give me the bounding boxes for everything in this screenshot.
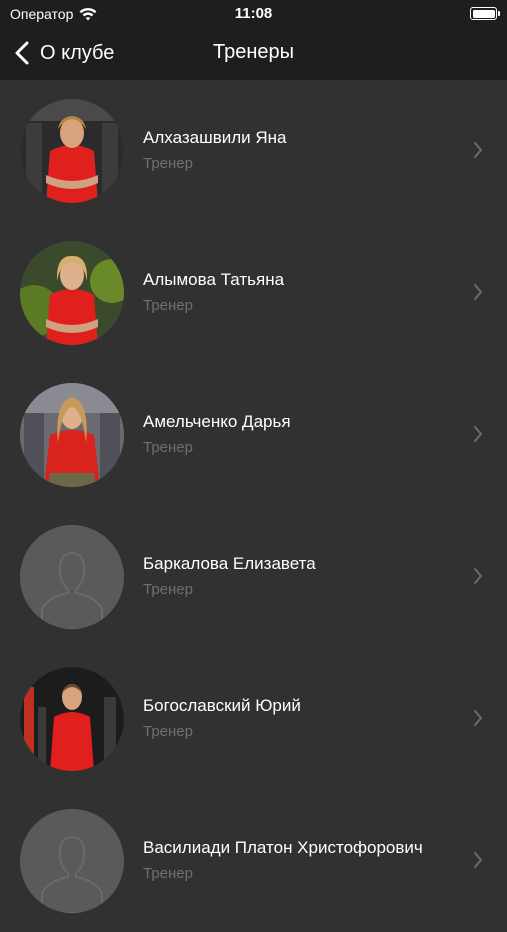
trainer-row[interactable]: Богославский Юрий Тренер [0, 648, 507, 790]
trainer-name: Василиади Платон Христофорович [143, 838, 423, 857]
battery-icon [470, 7, 500, 20]
trainer-name: Амельченко Дарья [143, 412, 291, 431]
trainer-role: Тренер [143, 155, 193, 172]
chevron-right-icon [474, 142, 482, 158]
trainer-row[interactable]: Алымова Татьяна Тренер [0, 222, 507, 364]
trainer-name: Богославский Юрий [143, 696, 301, 715]
trainer-role: Тренер [143, 439, 193, 456]
chevron-right-icon [474, 568, 482, 584]
trainer-avatar [20, 383, 124, 487]
trainer-role: Тренер [143, 723, 193, 740]
status-bar: Оператор 11:08 [0, 0, 507, 28]
trainer-name: Алхазашвили Яна [143, 128, 287, 147]
trainer-row[interactable]: Амельченко Дарья Тренер [0, 364, 507, 506]
trainer-role: Тренер [143, 581, 193, 598]
trainer-avatar [20, 99, 124, 203]
avatar-placeholder [20, 525, 124, 629]
trainer-name: Баркалова Елизавета [143, 554, 316, 573]
chevron-right-icon [474, 710, 482, 726]
avatar-placeholder [20, 809, 124, 913]
clock: 11:08 [234, 5, 273, 22]
trainer-row[interactable]: Василиади Платон Христофорович Тренер [0, 790, 507, 932]
trainer-avatar [20, 667, 124, 771]
trainer-role: Тренер [143, 865, 193, 882]
navigation-bar: О клубе Тренеры [0, 28, 507, 80]
trainer-name: Алымова Татьяна [143, 270, 285, 289]
page-title: Тренеры [212, 41, 294, 63]
trainer-row[interactable]: Баркалова Елизавета Тренер [0, 506, 507, 648]
chevron-right-icon [474, 426, 482, 442]
trainer-role: Тренер [143, 297, 193, 314]
trainer-row[interactable]: Алхазашвили Яна Тренер [0, 80, 507, 222]
trainer-avatar [20, 241, 124, 345]
chevron-right-icon [474, 284, 482, 300]
chevron-right-icon [474, 852, 482, 868]
trainer-list: Алхазашвили Яна Тренер Алымова Татьяна Т… [0, 80, 507, 913]
